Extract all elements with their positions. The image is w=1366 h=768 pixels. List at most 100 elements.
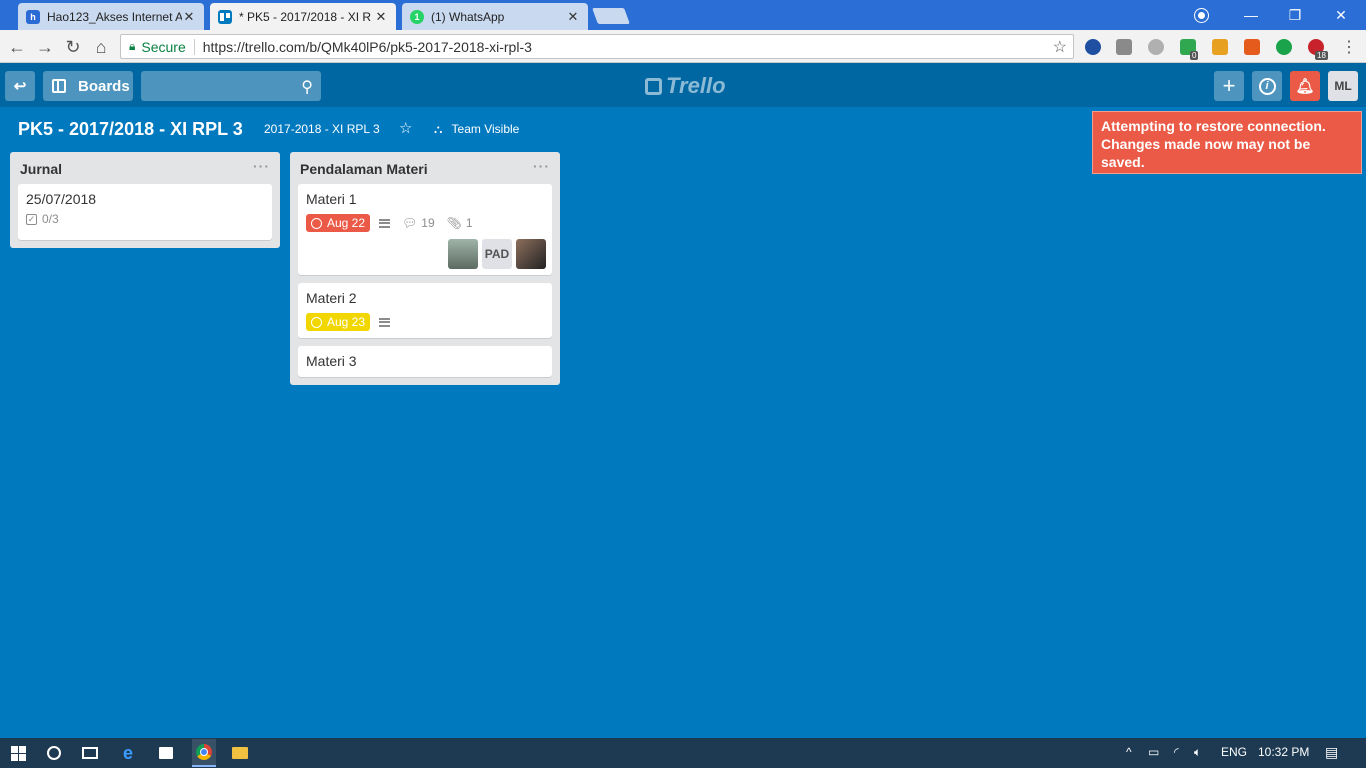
extension-badge: 0: [1190, 51, 1199, 60]
card-title: Materi 3: [306, 353, 357, 369]
board-visibility-button[interactable]: ⛬ Team Visible: [434, 122, 519, 137]
create-button[interactable]: +: [1214, 71, 1244, 101]
paperclip-icon: 📎︎: [446, 216, 462, 230]
info-icon: i: [1258, 77, 1276, 95]
member-avatar-photo[interactable]: [516, 239, 546, 269]
profile-icon[interactable]: [1178, 0, 1224, 30]
board-title[interactable]: PK5 - 2017/2018 - XI RPL 3: [18, 119, 243, 140]
visibility-label: Team Visible: [451, 122, 520, 136]
minimize-icon[interactable]: —: [1228, 0, 1274, 30]
avatar-initials: ML: [1334, 79, 1352, 93]
bell-icon: 🔔︎: [1295, 78, 1315, 95]
card-members: PAD: [444, 239, 546, 269]
extension-badge: 18: [1315, 51, 1328, 60]
volume-icon[interactable]: 🔈︎: [1194, 745, 1201, 760]
reload-icon[interactable]: ↻: [62, 36, 84, 58]
close-tab-icon[interactable]: ✕: [182, 9, 196, 25]
address-bar[interactable]: 🔒︎ Secure https://trello.com/b/QMk40lP6/…: [120, 34, 1074, 59]
card-title: Materi 2: [306, 290, 357, 306]
extension-shield-icon[interactable]: [1244, 39, 1260, 55]
file-explorer-icon[interactable]: [230, 743, 250, 763]
language-indicator[interactable]: ENG: [1221, 745, 1247, 759]
back-to-home-button[interactable]: ↩: [5, 71, 35, 101]
attachment-count: 1: [465, 216, 473, 230]
card-25-07-2018[interactable]: 25/07/2018 ✓ 0/3: [18, 184, 272, 240]
team-icon: ⛬: [434, 122, 443, 136]
notifications-button[interactable]: 🔔︎: [1290, 71, 1320, 101]
show-hidden-icons-icon[interactable]: ^: [1126, 745, 1132, 759]
trello-header: ↩ Boards ⚲ Trello + i 🔔︎ ML: [0, 63, 1366, 107]
close-tab-icon[interactable]: ✕: [566, 9, 580, 25]
list-menu-icon[interactable]: ···: [253, 158, 270, 174]
tab-title: Hao123_Akses Internet A: [47, 9, 182, 24]
extension-gear-icon[interactable]: [1148, 39, 1164, 55]
trello-logo[interactable]: Trello: [645, 73, 726, 99]
list-title-text: Jurnal: [20, 161, 63, 177]
checklist-badge: ✓ 0/3: [26, 212, 59, 226]
extension-bag-icon[interactable]: [1116, 39, 1132, 55]
hao123-favicon-icon: h: [26, 9, 40, 24]
card-materi-1[interactable]: Materi 1 Aug 22 💬︎ 19 📎︎ 1 PAD: [298, 184, 552, 275]
action-center-icon[interactable]: ▤: [1325, 744, 1338, 761]
forward-icon[interactable]: →: [34, 36, 56, 58]
search-icon: ⚲: [301, 79, 313, 96]
wifi-icon[interactable]: ◜: [1174, 745, 1179, 759]
card-materi-3[interactable]: Materi 3: [298, 346, 552, 377]
browser-tab-whatsapp[interactable]: 1 (1) WhatsApp ✕: [402, 3, 588, 30]
trello-logo-text: Trello: [666, 73, 726, 98]
description-icon: [379, 317, 391, 327]
windows-start-icon[interactable]: [8, 743, 28, 763]
search-input[interactable]: [141, 71, 321, 101]
extension-person-icon[interactable]: [1212, 39, 1228, 55]
extension-globe-icon[interactable]: [1085, 39, 1101, 55]
due-date-text: Aug 23: [327, 315, 366, 329]
browser-toolbar: ← → ↻ ⌂ 🔒︎ Secure https://trello.com/b/Q…: [0, 30, 1366, 63]
new-tab-button[interactable]: [592, 8, 630, 24]
member-avatar-initials[interactable]: PAD: [482, 239, 512, 269]
card-badges: Aug 23: [306, 313, 544, 331]
chrome-taskbar-icon[interactable]: [192, 739, 216, 767]
cortana-icon[interactable]: [44, 743, 64, 763]
due-date-text: Aug 22: [327, 216, 366, 230]
list-title[interactable]: Pendalaman Materi ···: [290, 152, 560, 184]
comment-count: 19: [421, 216, 435, 230]
due-date-badge[interactable]: Aug 22: [306, 214, 371, 232]
board-team[interactable]: 2017-2018 - XI RPL 3: [264, 122, 380, 136]
browser-tab-hao123[interactable]: h Hao123_Akses Internet A ✕: [18, 3, 204, 30]
star-board-icon[interactable]: ☆: [399, 119, 412, 137]
close-tab-icon[interactable]: ✕: [374, 9, 388, 25]
list-menu-icon[interactable]: ···: [533, 158, 550, 174]
boards-icon: [52, 79, 66, 93]
extension-search-icon[interactable]: [1276, 39, 1292, 55]
trello-logo-icon: [645, 77, 662, 95]
clock-icon: [311, 217, 322, 229]
search-box[interactable]: ⚲: [141, 71, 321, 101]
windows-taskbar: e ^ ▭ ◜ 🔈︎ ENG 10:32 PM ▤: [0, 738, 1366, 768]
window-close-icon[interactable]: ✕: [1318, 0, 1364, 30]
back-icon[interactable]: ←: [6, 36, 28, 58]
member-avatar[interactable]: ML: [1328, 71, 1358, 101]
task-view-icon[interactable]: [80, 743, 100, 763]
due-date-badge[interactable]: Aug 23: [306, 313, 371, 331]
home-icon[interactable]: ⌂: [90, 36, 112, 58]
clock[interactable]: 10:32 PM: [1258, 745, 1309, 759]
attachments-badge: 📎︎ 1: [447, 216, 473, 230]
edge-icon[interactable]: e: [118, 743, 138, 763]
url-text[interactable]: https://trello.com/b/QMk40lP6/pk5-2017-2…: [203, 39, 1053, 55]
store-icon[interactable]: [156, 743, 176, 763]
card-badges: Aug 22 💬︎ 19 📎︎ 1: [306, 214, 544, 232]
card-materi-2[interactable]: Materi 2 Aug 23: [298, 283, 552, 338]
checklist-icon: ✓: [26, 213, 37, 225]
restore-icon[interactable]: ❐: [1272, 0, 1318, 30]
member-avatar-photo[interactable]: [448, 239, 478, 269]
info-button[interactable]: i: [1252, 71, 1282, 101]
bookmark-star-icon[interactable]: ☆: [1053, 37, 1067, 57]
card-title: 25/07/2018: [26, 191, 97, 207]
boards-button[interactable]: Boards: [43, 71, 133, 101]
list-title[interactable]: Jurnal ···: [10, 152, 280, 184]
battery-icon[interactable]: ▭: [1148, 745, 1159, 759]
clock-icon: [311, 316, 322, 328]
list-title-text: Pendalaman Materi: [300, 161, 428, 177]
chrome-menu-icon[interactable]: ⋮: [1338, 36, 1360, 58]
browser-tab-trello[interactable]: * PK5 - 2017/2018 - XI R ✕: [210, 3, 396, 30]
